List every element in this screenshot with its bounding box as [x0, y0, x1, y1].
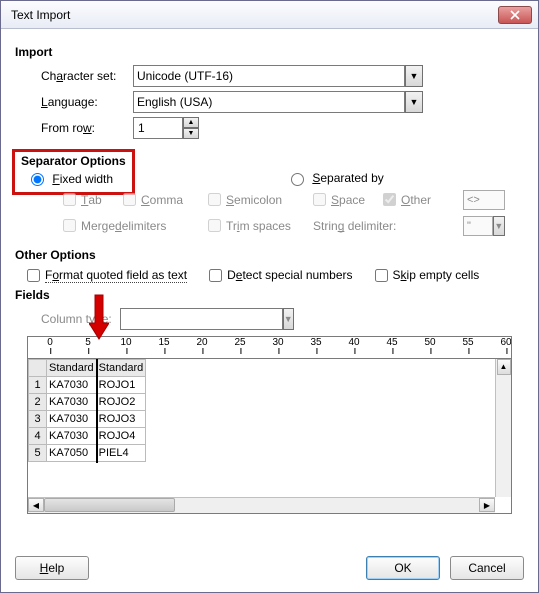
string-delim-combo: ▼	[463, 216, 505, 236]
language-input[interactable]	[133, 91, 405, 113]
text-import-dialog: Text Import Import Character set: ▼ Lang…	[0, 0, 539, 593]
import-heading: Import	[15, 45, 524, 59]
scrollbar-horizontal[interactable]: ◀ ▶	[28, 497, 495, 513]
language-combo[interactable]: ▼	[133, 91, 423, 113]
column-header[interactable]: Standard	[96, 359, 146, 376]
scroll-up-icon[interactable]: ▲	[497, 359, 511, 375]
cell[interactable]: KA7050	[47, 444, 97, 461]
cell[interactable]: ROJO4	[96, 427, 146, 444]
scroll-track[interactable]	[44, 498, 479, 512]
fixed-width-radio-label[interactable]: Fixed width	[21, 172, 113, 186]
comma-checkbox: Comma	[123, 193, 208, 207]
ruler-tick: 45	[386, 337, 397, 348]
table-row[interactable]: 1KA7030ROJO1	[29, 376, 146, 393]
trim-spaces-checkbox: Trim spaces	[208, 219, 313, 233]
chevron-down-icon[interactable]: ▼	[405, 65, 423, 87]
cancel-button[interactable]: Cancel	[450, 556, 524, 580]
column-header[interactable]: Standard	[47, 359, 97, 376]
separator-highlight: Separator Options Fixed width	[12, 149, 135, 195]
dialog-buttons: Help OK Cancel	[1, 544, 538, 592]
chevron-down-icon: ▼	[283, 308, 294, 330]
other-checkbox: Other	[383, 193, 463, 207]
ruler-tick: 30	[272, 337, 283, 348]
skip-empty-checkbox[interactable]: Skip empty cells	[375, 268, 480, 282]
table-row[interactable]: 5KA7050PIEL4	[29, 444, 146, 461]
ruler-tick: 50	[424, 337, 435, 348]
row-number: 3	[29, 410, 47, 427]
other-value-input	[463, 190, 505, 210]
scrollbar-vertical[interactable]: ▲	[495, 359, 511, 497]
chevron-down-icon[interactable]: ▼	[405, 91, 423, 113]
ruler-tick: 60	[500, 337, 511, 348]
language-label: Language:	[41, 95, 133, 109]
row-number: 5	[29, 444, 47, 461]
merge-delimiters-checkbox: Merge delimiters	[63, 219, 208, 233]
charset-combo[interactable]: ▼	[133, 65, 423, 87]
column-type-combo: ▼	[120, 308, 210, 330]
chevron-down-icon: ▼	[493, 216, 505, 236]
close-icon	[510, 10, 520, 20]
ruler-tick: 10	[120, 337, 131, 348]
detect-numbers-checkbox[interactable]: Detect special numbers	[209, 268, 352, 282]
ok-button[interactable]: OK	[366, 556, 440, 580]
separated-by-radio[interactable]	[291, 173, 304, 186]
window-title: Text Import	[11, 8, 70, 22]
table-row[interactable]: 4KA7030ROJO4	[29, 427, 146, 444]
cell[interactable]: PIEL4	[96, 444, 146, 461]
scroll-left-icon[interactable]: ◀	[28, 498, 44, 512]
preview-grid[interactable]: StandardStandard1KA7030ROJO12KA7030ROJO2…	[28, 359, 511, 479]
close-button[interactable]	[498, 6, 532, 24]
row-number: 4	[29, 427, 47, 444]
scroll-right-icon[interactable]: ▶	[479, 498, 495, 512]
ruler-tick: 40	[348, 337, 359, 348]
row-number: 1	[29, 376, 47, 393]
charset-input[interactable]	[133, 65, 405, 87]
cell[interactable]: KA7030	[47, 410, 97, 427]
fields-preview[interactable]: 0 5 10 15 20 25 30 35 40 45 50 55 60 StandardStandar…	[27, 336, 512, 514]
cell[interactable]: ROJO3	[96, 410, 146, 427]
ruler-tick: 0	[47, 337, 53, 348]
ruler-tick: 55	[462, 337, 473, 348]
help-button[interactable]: Help	[15, 556, 89, 580]
table-row[interactable]: 2KA7030ROJO2	[29, 393, 146, 410]
row-number: 2	[29, 393, 47, 410]
separator-heading: Separator Options	[21, 154, 126, 168]
cell[interactable]: KA7030	[47, 427, 97, 444]
tab-checkbox: Tab	[63, 193, 123, 207]
from-row-spinner[interactable]: ▲ ▼	[133, 117, 199, 139]
spin-down-icon[interactable]: ▼	[183, 128, 199, 139]
ruler-tick: 35	[310, 337, 321, 348]
titlebar: Text Import	[1, 1, 538, 29]
space-checkbox: Space	[313, 193, 383, 207]
cell[interactable]: KA7030	[47, 393, 97, 410]
cell[interactable]: ROJO2	[96, 393, 146, 410]
charset-label: Character set:	[41, 69, 133, 83]
ruler-tick: 15	[158, 337, 169, 348]
separated-by-radio-label[interactable]: Separated by	[291, 171, 384, 185]
semicolon-checkbox: Semicolon	[208, 193, 313, 207]
cell[interactable]: KA7030	[47, 376, 97, 393]
spin-up-icon[interactable]: ▲	[183, 117, 199, 128]
cell[interactable]: ROJO1	[96, 376, 146, 393]
column-split-marker[interactable]	[96, 359, 98, 463]
scroll-thumb[interactable]	[44, 498, 175, 512]
other-options-heading: Other Options	[15, 248, 524, 262]
table-row[interactable]: 3KA7030ROJO3	[29, 410, 146, 427]
fixed-width-radio[interactable]	[31, 173, 44, 186]
from-row-label: From row:	[41, 121, 133, 135]
string-delim-label: String delimiter:	[313, 219, 463, 233]
ruler-tick: 25	[234, 337, 245, 348]
annotation-arrow-icon	[89, 293, 109, 341]
format-quoted-checkbox[interactable]: Format quoted field as text	[27, 268, 187, 282]
ruler-tick: 20	[196, 337, 207, 348]
from-row-input[interactable]	[133, 117, 183, 139]
